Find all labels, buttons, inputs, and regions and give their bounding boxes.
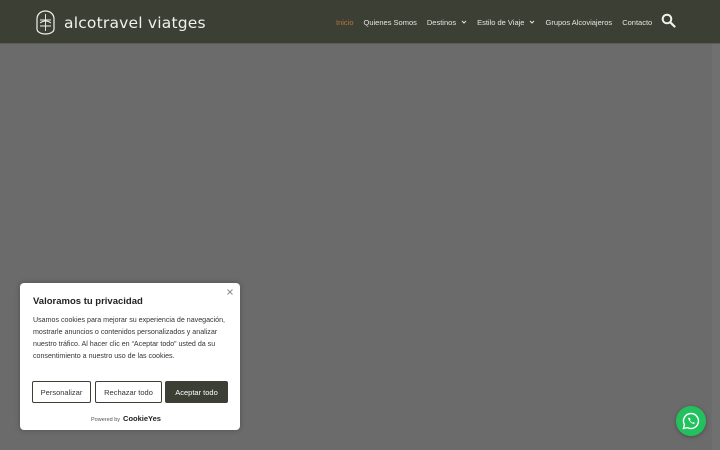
cookie-body: Usamos cookies para mejorar su experienc…	[33, 316, 226, 360]
customize-button[interactable]: Personalizar	[32, 381, 91, 403]
nav-item-destinos[interactable]: Destinos	[427, 18, 467, 27]
compass-badge-icon	[36, 10, 55, 35]
chevron-down-icon	[530, 20, 535, 24]
site-logo[interactable]: alcotravel viatges	[36, 10, 206, 35]
chevron-down-icon	[461, 20, 467, 24]
logo-text: alcotravel viatges	[64, 13, 206, 32]
accept-all-button[interactable]: Aceptar todo	[165, 381, 228, 403]
whatsapp-icon	[682, 412, 700, 430]
powered-by: Powered by CookieYes	[91, 414, 161, 423]
main-nav: Inicio Quienes Somos Destinos Estilo de …	[336, 16, 662, 28]
whatsapp-button[interactable]	[676, 406, 706, 436]
close-icon[interactable]	[226, 288, 234, 296]
search-icon[interactable]	[661, 13, 676, 28]
nav-item-grupos-alcoviajeros[interactable]: Grupos Alcoviajeros	[545, 18, 612, 27]
cookieyes-logo[interactable]: CookieYes	[123, 414, 161, 423]
nav-item-quienes-somos[interactable]: Quienes Somos	[364, 18, 417, 27]
powered-by-label: Powered by	[91, 417, 121, 423]
site-header: alcotravel viatges Inicio Quienes Somos …	[0, 0, 720, 44]
nav-item-inicio[interactable]: Inicio	[336, 18, 354, 27]
nav-item-estilo-de-viaje[interactable]: Estilo de Viaje	[477, 18, 535, 27]
cookie-consent-banner: Valoramos tu privacidad Usamos cookies p…	[20, 283, 240, 430]
nav-item-contacto[interactable]: Contacto	[622, 18, 652, 27]
scrollbar[interactable]	[712, 44, 720, 450]
cookie-title: Valoramos tu privacidad	[33, 296, 143, 307]
reject-all-button[interactable]: Rechazar todo	[95, 381, 162, 403]
